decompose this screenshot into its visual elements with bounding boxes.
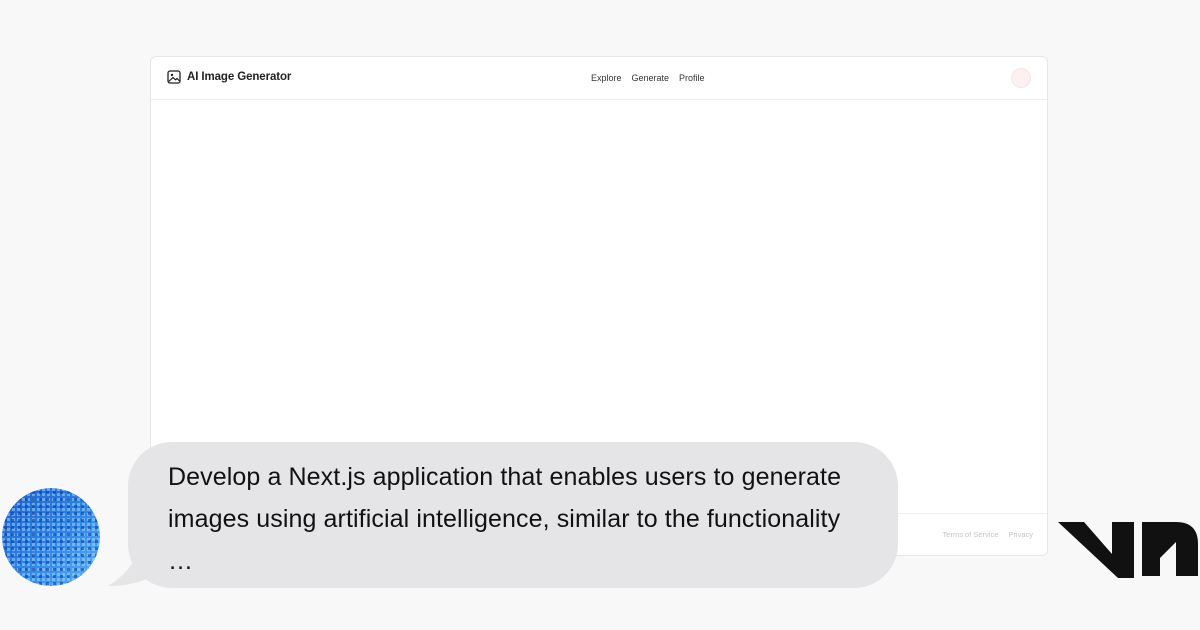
user-avatar — [2, 488, 100, 586]
nav-generate[interactable]: Generate — [632, 73, 670, 83]
nav-explore[interactable]: Explore — [591, 73, 622, 83]
app-header: AI Image Generator Explore Generate Prof… — [151, 57, 1047, 100]
footer-links: Terms of Service Privacy — [943, 530, 1033, 539]
main-nav: Explore Generate Profile — [591, 73, 705, 83]
v0-logo — [1058, 522, 1198, 578]
footer-link-terms[interactable]: Terms of Service — [943, 530, 999, 539]
nav-profile[interactable]: Profile — [679, 73, 705, 83]
user-avatar-button[interactable] — [1011, 68, 1031, 88]
footer-link-privacy[interactable]: Privacy — [1008, 530, 1033, 539]
brand[interactable]: AI Image Generator — [167, 70, 291, 84]
prompt-text: Develop a Next.js application that enabl… — [168, 463, 842, 575]
prompt-bubble: Develop a Next.js application that enabl… — [128, 442, 898, 588]
app-title: AI Image Generator — [187, 71, 292, 83]
image-icon — [167, 70, 181, 84]
